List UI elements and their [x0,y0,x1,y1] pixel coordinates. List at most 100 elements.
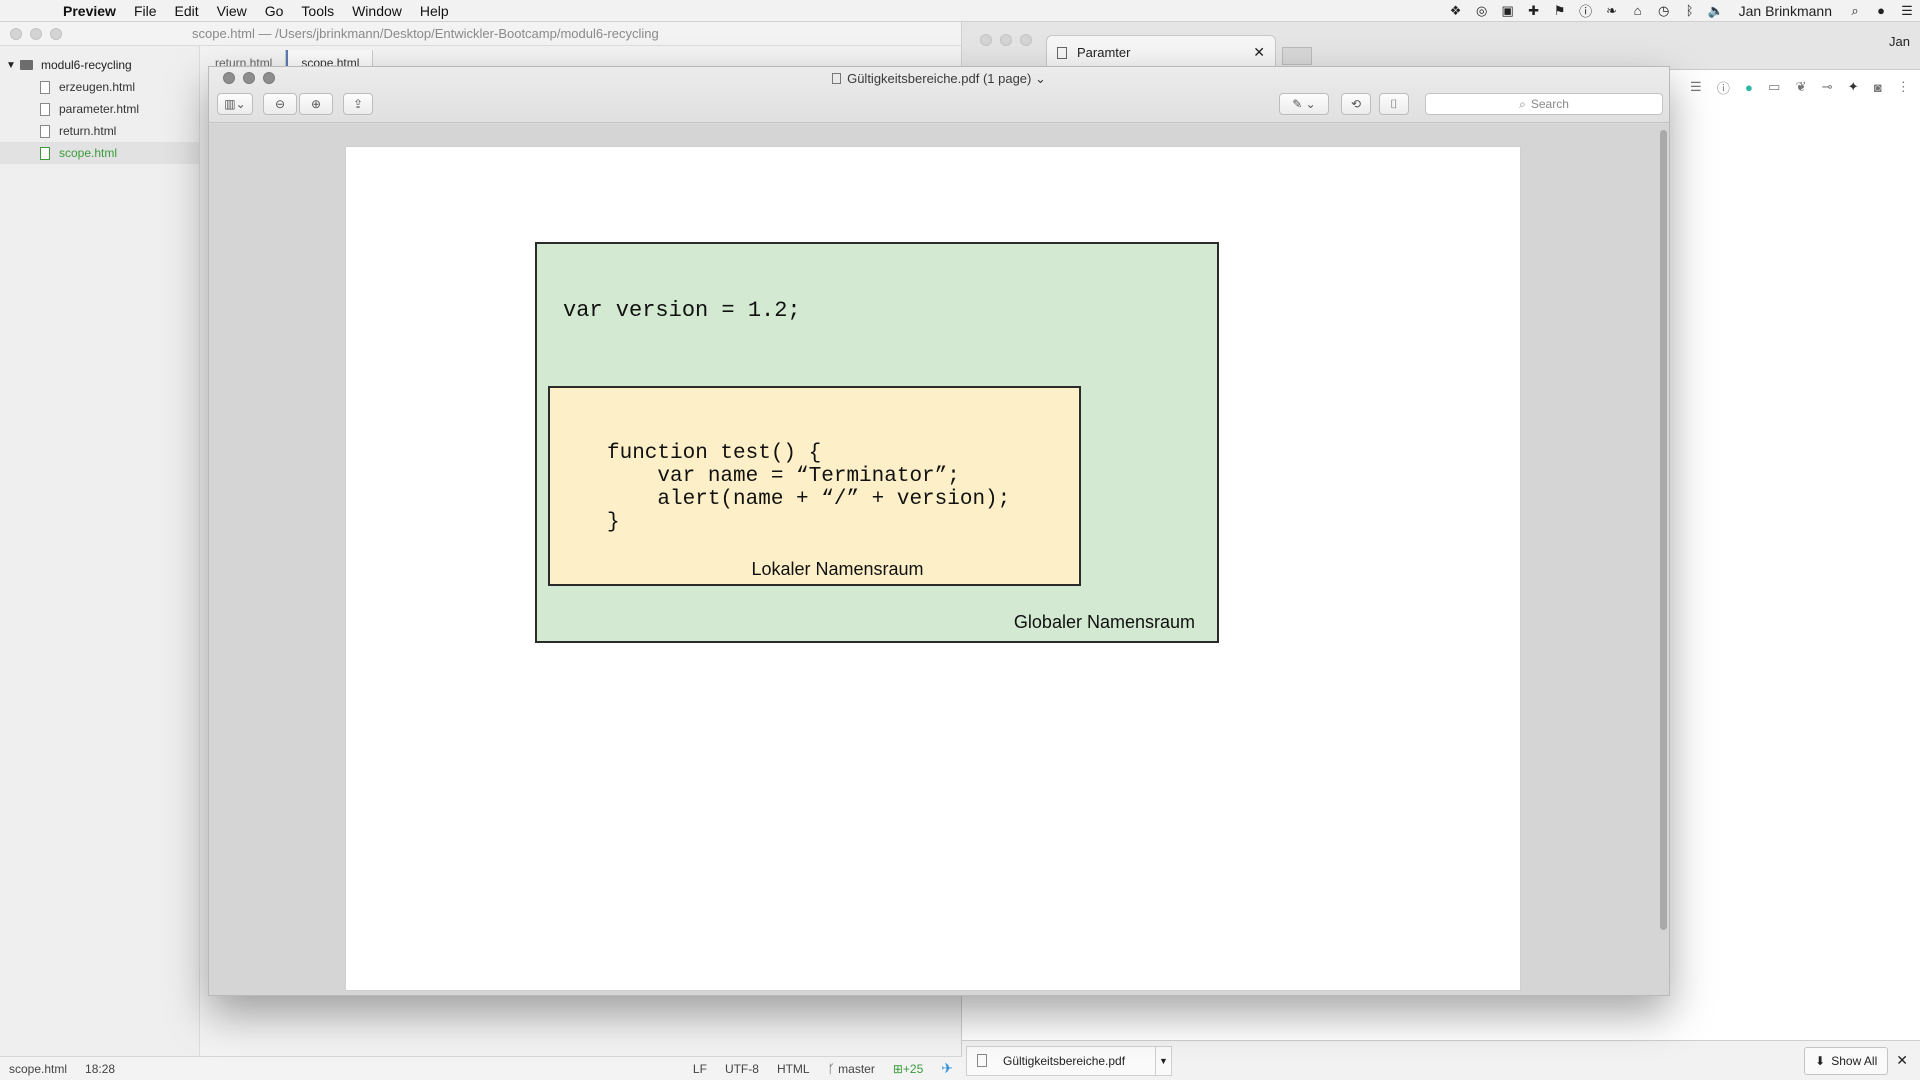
menubar-user[interactable]: Jan Brinkmann [1729,3,1842,19]
link-icon[interactable]: ⊸ [1822,79,1833,95]
close-icon[interactable]: ✕ [1896,1052,1908,1069]
global-scope-box: var version = 1.2; function test() { var… [535,242,1219,643]
bird-icon[interactable]: ✈ [932,1060,962,1077]
local-code-block: function test() { var name = “Terminator… [607,442,1010,534]
document-title[interactable]: Gültigkeitsbereiche.pdf (1 page) ⌄ [209,71,1669,87]
code-line: alert(name + “/” + version); [607,488,1011,511]
status-line-ending[interactable]: LF [684,1062,716,1076]
file-icon [40,124,50,138]
zoom-in-button[interactable]: ⊕ [299,93,333,115]
dropbox-icon[interactable]: ❖ [1443,3,1469,19]
menu-edit[interactable]: Edit [166,3,208,19]
chevron-down-icon: ▼ [6,59,16,71]
preview-window: Gültigkeitsbereiche.pdf (1 page) ⌄ ▥⌄ ⊖ … [208,66,1670,996]
menu-app[interactable]: Preview [54,3,125,19]
close-button[interactable] [10,27,22,40]
close-icon[interactable]: ✕ [1253,44,1265,61]
share-button[interactable]: ⇪ [343,93,373,115]
file-icon [40,80,50,94]
status-tray: ❖ ◎ ▣ ✚ ⚑ ⓘ ❧ ⌂ ◷ ᛒ 🔈 Jan Brinkmann ⌕ ● … [1443,0,1920,22]
document-canvas[interactable]: var version = 1.2; function test() { var… [209,124,1669,995]
layers-icon[interactable]: ☰ [1690,79,1702,95]
bluetooth-icon[interactable]: ᛒ [1677,3,1703,18]
status-branch[interactable]: ᚴ master [819,1062,884,1076]
branch-label: master [838,1061,875,1076]
global-scope-label: Globaler Namensraum [1013,612,1195,632]
editor-statusbar: scope.html 18:28 LF UTF-8 HTML ᚴ master … [0,1056,962,1080]
tree-file-parameter[interactable]: parameter.html [0,98,199,120]
pdf-page: var version = 1.2; function test() { var… [345,146,1521,991]
tree-file-scope[interactable]: scope.html [0,142,199,164]
menu-window[interactable]: Window [343,3,411,19]
sidebar-toggle-button[interactable]: ▥⌄ [217,93,253,115]
global-code: var version = 1.2; [563,298,801,323]
download-item[interactable]: Gültigkeitsbereiche.pdf ▼ [966,1045,1172,1076]
extension-icon[interactable]: ▭ [1768,79,1780,95]
download-filename: Gültigkeitsbereiche.pdf [1003,1053,1126,1068]
file-icon [40,146,50,160]
status-grammar[interactable]: HTML [768,1062,819,1076]
file-label: erzeugen.html [59,80,136,94]
volume-icon[interactable]: 🔈 [1703,3,1729,19]
siri-icon[interactable]: ● [1868,3,1894,18]
markup-button[interactable]: ✎ ⌄ [1279,93,1329,115]
extension-bar: ☰ ⓘ ● ▭ ❦ ⊸ ✦ ◙ ⋮ [1680,70,1920,104]
browser-tab[interactable]: Paramter ✕ [1046,35,1276,69]
close-button[interactable] [980,34,992,46]
git-changes-label: +25 [902,1061,924,1076]
zoom-out-icon: ⊖ [274,97,286,111]
sidebar-icon: ▥⌄ [224,97,246,111]
menu-go[interactable]: Go [256,3,293,19]
flag-icon[interactable]: ⚑ [1547,3,1573,19]
search-field[interactable]: ⌕ Search [1425,93,1663,115]
zoom-button[interactable] [50,27,62,40]
lock-icon[interactable]: ⌂ [1625,3,1651,18]
profile-button[interactable]: Jan [1889,34,1910,49]
info-icon[interactable]: ⓘ [1717,78,1730,97]
tree-file-return[interactable]: return.html [0,120,199,142]
info-icon[interactable]: ⓘ [1573,1,1599,20]
creative-cloud-icon[interactable]: ◎ [1469,3,1495,19]
status-encoding[interactable]: UTF-8 [716,1062,768,1076]
time-machine-icon[interactable]: ◷ [1651,3,1677,19]
menu-help[interactable]: Help [411,3,458,19]
zoom-out-button[interactable]: ⊖ [263,93,297,115]
local-scope-label: Lokaler Namensraum [751,559,924,579]
menu-view[interactable]: View [208,3,256,19]
status-git-changes[interactable]: ⊞+25 [884,1062,932,1076]
show-all-button[interactable]: ⬇ Show All [1804,1046,1889,1075]
chevron-down-icon[interactable]: ▼ [1155,1046,1171,1075]
plus-icon[interactable]: ✚ [1521,3,1547,19]
status-file[interactable]: scope.html [0,1062,76,1076]
bird-icon[interactable]: ✦ [1848,79,1859,95]
status-cursor[interactable]: 18:28 [76,1062,124,1076]
rotate-button[interactable]: ⟲ [1341,93,1371,115]
page-icon [1057,46,1067,59]
toolbox-button[interactable]: ⌷ [1379,93,1409,115]
toolbox-icon: ⌷ [1390,96,1398,111]
menu-tools[interactable]: Tools [292,3,343,19]
tree-folder[interactable]: ▼ modul6-recycling [0,54,199,76]
file-label: parameter.html [59,102,140,116]
leaf-icon[interactable]: ❧ [1599,3,1625,19]
browser-tabstrip: Paramter ✕ Jan [962,22,1920,70]
folder-icon [20,60,33,70]
minimize-button[interactable] [1000,34,1012,46]
download-icon: ⬇ [1815,1053,1826,1068]
video-icon[interactable]: ▣ [1495,3,1521,19]
menu-icon[interactable]: ⋮ [1897,79,1910,95]
tree-file-erzeugen[interactable]: erzeugen.html [0,76,199,98]
menu-file[interactable]: File [125,3,166,19]
rotate-icon: ⟲ [1350,97,1362,111]
zoom-in-icon: ⊕ [310,97,322,111]
vertical-scrollbar[interactable] [1660,130,1667,930]
zoom-button[interactable] [1020,34,1032,46]
minimize-button[interactable] [30,27,42,40]
camera-icon[interactable]: ◙ [1874,80,1882,95]
spotlight-search-icon[interactable]: ⌕ [1842,3,1868,19]
evernote-icon[interactable]: ❦ [1796,79,1807,95]
new-tab-button[interactable] [1282,47,1312,65]
extension-icon[interactable]: ● [1745,80,1753,95]
code-line: var name = “Terminator”; [607,465,960,488]
notification-center-icon[interactable]: ☰ [1894,3,1920,19]
